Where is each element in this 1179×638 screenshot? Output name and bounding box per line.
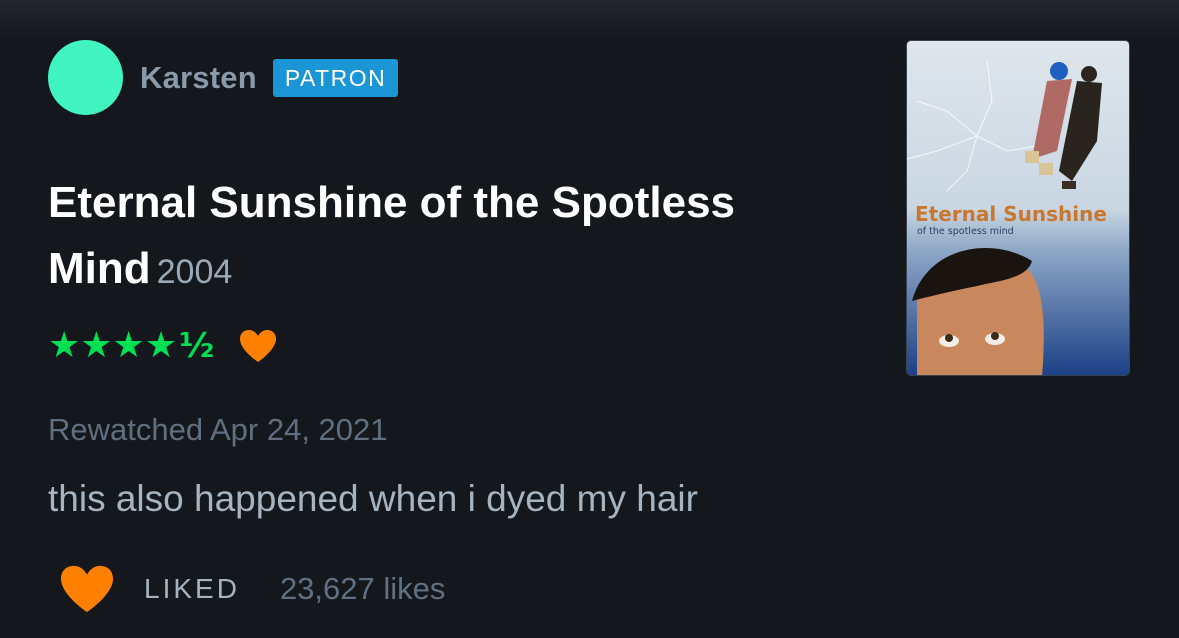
watched-date: Rewatched Apr 24, 2021 [48, 412, 388, 447]
poster-subtitle: of the spotless mind [917, 226, 1014, 237]
top-backdrop-shade [0, 0, 1179, 40]
film-poster[interactable]: Eternal Sunshine of the spotless mind [906, 40, 1130, 376]
half-star: ½ [179, 325, 215, 366]
like-actions: LIKED 23,627 likes [58, 563, 445, 615]
film-title[interactable]: Eternal Sunshine of the Spotless Mind [48, 178, 735, 293]
star-rating: ★★★★ [48, 325, 178, 366]
poster-title: Eternal Sunshine [915, 202, 1107, 226]
poster-artwork: Eternal Sunshine of the spotless mind [907, 41, 1129, 375]
review-author: Karsten PATRON [48, 40, 399, 115]
username[interactable]: Karsten [140, 60, 257, 96]
likes-count[interactable]: 23,627 likes [280, 571, 445, 607]
heart-icon [240, 329, 277, 362]
heart-icon[interactable] [58, 563, 116, 615]
liked-label[interactable]: LIKED [144, 573, 240, 605]
film-title-block: Eternal Sunshine of the Spotless Mind 200… [48, 170, 848, 305]
rating-row: ★★★★ ½ [48, 325, 278, 366]
film-year[interactable]: 2004 [157, 253, 233, 291]
review-text: this also happened when i dyed my hair [48, 478, 698, 519]
avatar[interactable] [48, 40, 123, 115]
patron-badge: PATRON [272, 58, 399, 97]
